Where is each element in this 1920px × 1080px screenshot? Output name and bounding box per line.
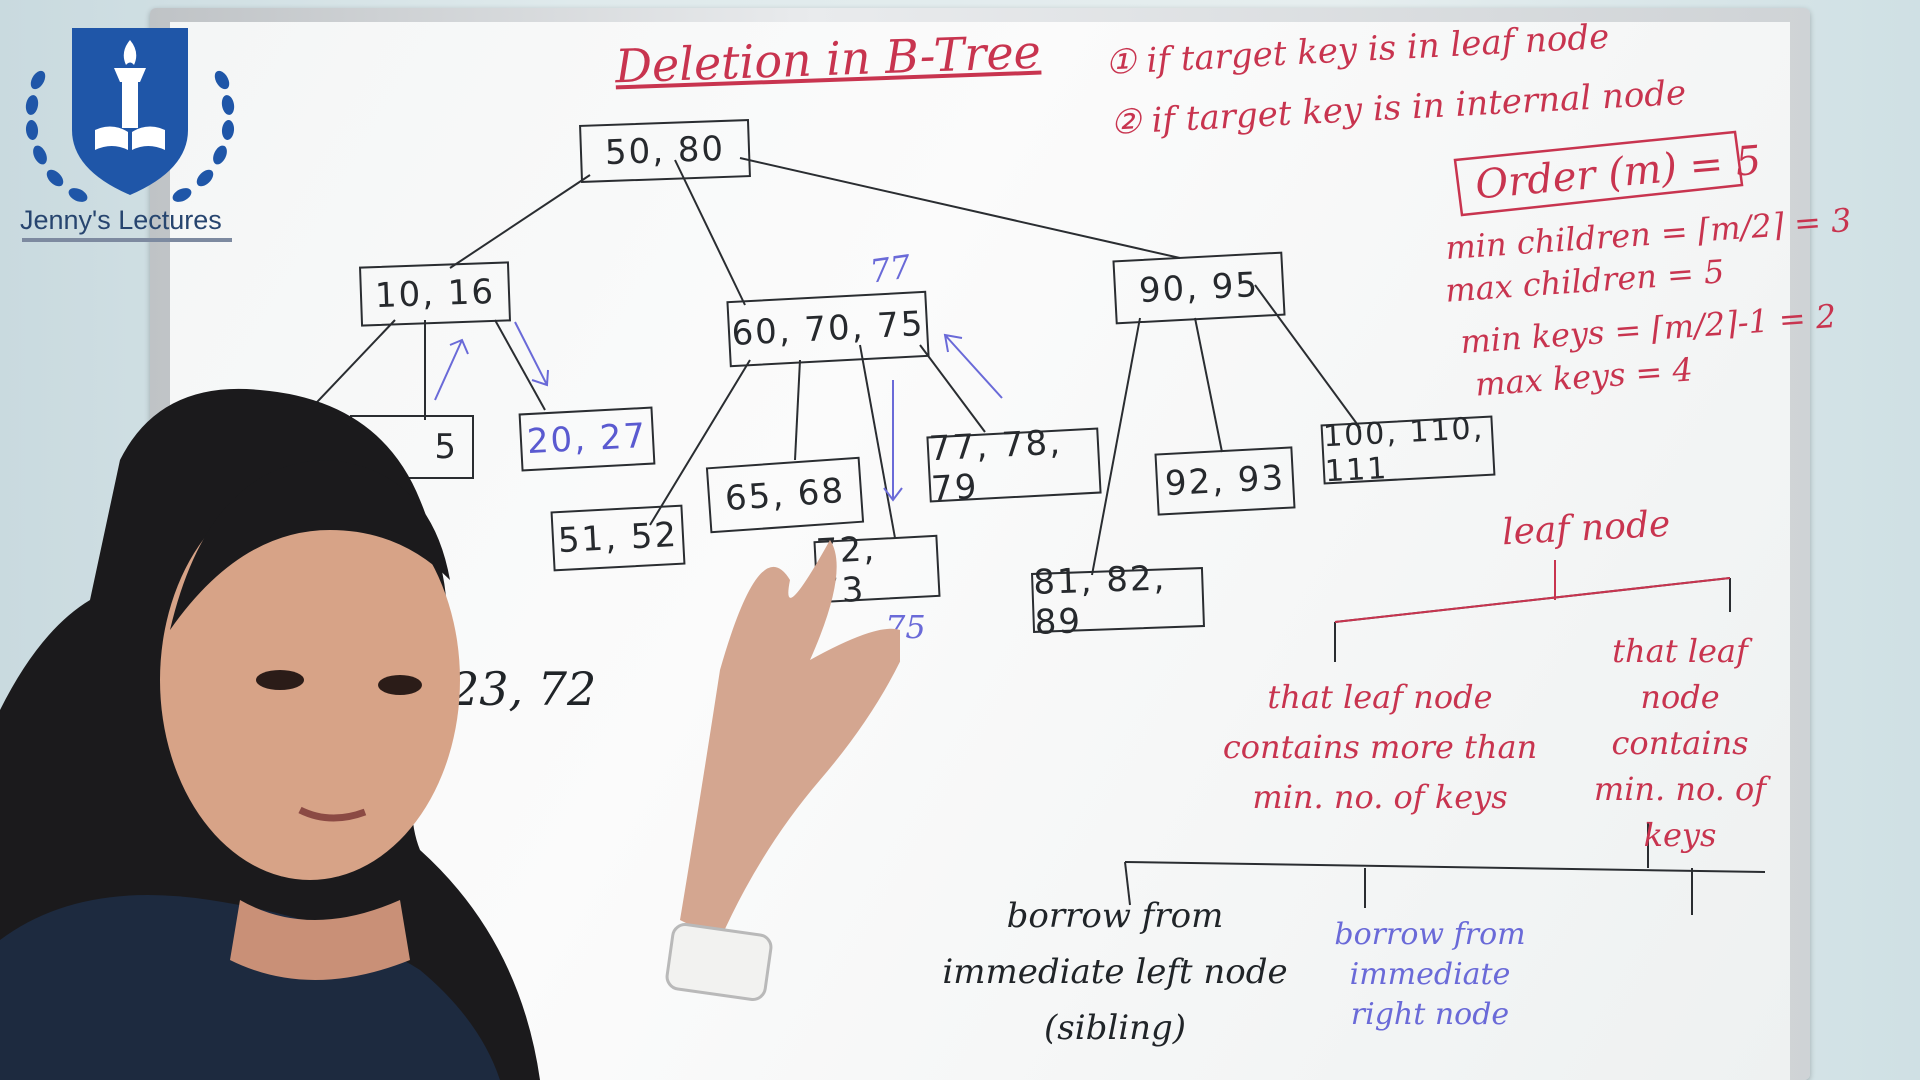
internal-node-middle: 60, 70, 75 — [726, 290, 930, 368]
internal-node-left: 10, 16 — [358, 261, 512, 327]
borrow-left-text: borrow from immediate left node (sibling… — [942, 896, 1288, 1048]
brand-text: Jenny's Lectures — [20, 205, 222, 235]
internal-node-right: 90, 95 — [1112, 251, 1286, 325]
leaf-node-77-78-79: 77, 78, 79 — [926, 422, 1102, 509]
root-node: 50, 80 — [579, 119, 751, 183]
leaf-node-heading: leaf node — [1501, 503, 1672, 554]
leaf-node-92-93: 92, 93 — [1154, 446, 1296, 516]
wristwatch — [663, 921, 775, 1003]
branch-right-text: that leaf node contains min. no. of keys — [1593, 632, 1767, 854]
borrow-right-text: borrow from immediate right node — [1334, 917, 1526, 1032]
branch-left-text: that leaf node contains more than min. n… — [1222, 678, 1538, 816]
annotation-77: 77 — [867, 247, 914, 291]
leaf-node-81-82-89: 81, 82, 89 — [1031, 558, 1205, 643]
leaf-node-100-110-111: 100, 110, 111 — [1320, 411, 1496, 489]
brand-tagline-bar — [22, 238, 232, 242]
